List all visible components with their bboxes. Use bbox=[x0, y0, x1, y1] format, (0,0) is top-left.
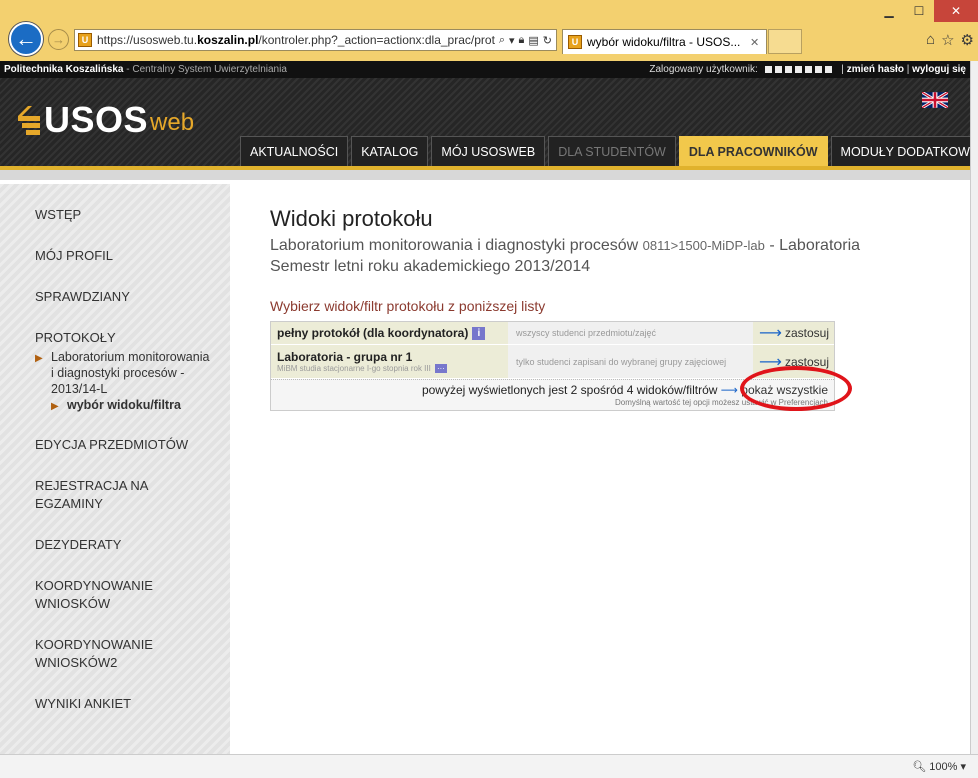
url-text: https://usosweb.tu.koszalin.pl/kontroler… bbox=[97, 33, 495, 47]
sidebar-item-koordynowanie-wnioskow2[interactable]: KOORDYNOWANIE WNIOSKÓW2 bbox=[35, 636, 185, 672]
sidebar-item-protokoly[interactable]: PROTOKOŁY bbox=[35, 329, 230, 347]
logo-suffix: web bbox=[150, 109, 195, 136]
refresh-icon[interactable]: ↻ bbox=[543, 34, 552, 47]
info-icon[interactable]: i bbox=[472, 327, 486, 341]
redacted-username bbox=[764, 65, 835, 73]
top-strip: Politechnika Koszalińska - Centralny Sys… bbox=[0, 61, 970, 78]
sidebar-item-koordynowanie-wnioskow[interactable]: KOORDYNOWANIE WNIOSKÓW bbox=[35, 577, 185, 613]
nav-tab-moj-usosweb[interactable]: MÓJ USOSWEB bbox=[431, 136, 546, 166]
table-row: Laboratoria - grupa nr 1 MiBM studia sta… bbox=[271, 345, 834, 379]
vertical-scrollbar[interactable] bbox=[970, 61, 978, 754]
arrow-right-icon: ⟶ bbox=[720, 383, 738, 397]
course-heading: Laboratorium monitorowania i diagnostyki… bbox=[270, 236, 870, 256]
sidebar-item-edycja-przedmiotow[interactable]: EDYCJA PRZEDMIOTÓW bbox=[35, 436, 230, 454]
sidebar-menu: WSTĘP MÓJ PROFIL SPRAWDZIANY PROTOKOŁY ▶… bbox=[0, 184, 230, 754]
browser-tab[interactable]: U wybór widoku/filtra - USOS... ✕ bbox=[562, 29, 767, 54]
bullet-arrow-icon: ▶ bbox=[51, 401, 59, 412]
new-tab-button[interactable] bbox=[768, 29, 802, 54]
logged-user-label: Zalogowany użytkownik: bbox=[649, 64, 758, 75]
logout-link[interactable]: wyloguj się bbox=[912, 64, 966, 75]
compat-icon[interactable]: ▤ bbox=[528, 34, 538, 47]
course-code: 0811>1500-MiDP-lab bbox=[642, 238, 765, 253]
count-text: powyżej wyświetlonych jest 2 spośród 4 w… bbox=[421, 383, 718, 397]
preferences-note: Domyślną wartość tej opcji możesz ustawi… bbox=[615, 398, 828, 407]
uk-flag-icon[interactable] bbox=[922, 92, 948, 108]
system-name: - Centralny System Uwierzytelniania bbox=[126, 64, 287, 75]
sidebar-subitem-course[interactable]: ▶ Laboratorium monitorowania i diagnosty… bbox=[35, 349, 210, 397]
maximize-icon[interactable]: ☐ bbox=[904, 0, 934, 22]
course-name: Laboratorium monitorowania i diagnostyki… bbox=[270, 237, 639, 254]
sidebar-item-dezyderaty[interactable]: DEZYDERATY bbox=[35, 536, 230, 554]
zoom-icon: 🔍︎ bbox=[912, 761, 927, 773]
header-divider bbox=[0, 170, 970, 180]
nav-tab-dla-pracownikow[interactable]: DLA PRACOWNIKÓW bbox=[678, 136, 828, 166]
minimize-icon[interactable]: ▁ bbox=[874, 0, 904, 22]
nav-tab-moduly-dodatkowe[interactable]: MODUŁY DODATKOWE bbox=[830, 136, 970, 166]
sidebar-item-rejestracja[interactable]: REJESTRACJA NA EGZAMINY bbox=[35, 477, 185, 513]
logo-text: USOS bbox=[44, 99, 149, 140]
window-controls: ▁ ☐ ✕ bbox=[874, 0, 978, 22]
gear-icon[interactable]: ⚙ bbox=[961, 31, 974, 49]
filter-name: Laboratoria - grupa nr 1 bbox=[277, 350, 413, 364]
browser-chrome: ▁ ☐ ✕ ← → U https://usosweb.tu.koszalin.… bbox=[0, 0, 978, 61]
logo-mark-icon bbox=[18, 106, 40, 135]
table-row: pełny protokół (dla koordynatora) i wszys… bbox=[271, 322, 834, 345]
status-bar: 🔍︎ 100% ▾ bbox=[0, 754, 978, 778]
sidebar-item-wstep[interactable]: WSTĘP bbox=[35, 206, 230, 224]
site-header: USOS web AKTUALNOŚCI KATALOG MÓJ USOSWEB… bbox=[0, 78, 970, 170]
semester-label: Semestr letni roku akademickiego 2013/20… bbox=[270, 258, 591, 275]
home-icon[interactable]: ⌂ bbox=[926, 31, 935, 49]
search-icon[interactable]: ⌕ bbox=[499, 34, 505, 47]
nav-tab-aktualnosci[interactable]: AKTUALNOŚCI bbox=[240, 136, 349, 166]
highlight-annotation bbox=[740, 366, 852, 411]
tab-close-icon[interactable]: ✕ bbox=[750, 36, 766, 49]
lock-icon[interactable]: 🔒︎ bbox=[519, 34, 525, 47]
usosweb-logo[interactable]: USOS web bbox=[18, 100, 194, 140]
filter-description: tylko studenci zapisani do wybranej grup… bbox=[508, 345, 753, 378]
sidebar-group-protokoly: PROTOKOŁY ▶ Laboratorium monitorowania i… bbox=[35, 329, 230, 415]
sidebar-item-moj-profil[interactable]: MÓJ PROFIL bbox=[35, 247, 230, 265]
instruction-text: Wybierz widok/filtr protokołu z poniższe… bbox=[270, 298, 546, 314]
dropdown-icon[interactable]: ▾ bbox=[509, 34, 515, 47]
nav-tab-dla-studentow: DLA STUDENTÓW bbox=[548, 136, 676, 166]
back-arrow-icon[interactable]: ← bbox=[9, 22, 43, 56]
address-bar[interactable]: U https://usosweb.tu.koszalin.pl/kontrol… bbox=[74, 29, 557, 51]
close-icon[interactable]: ✕ bbox=[934, 0, 978, 22]
apply-full-protocol-button[interactable]: ⟶ zastosuj bbox=[753, 322, 834, 344]
filter-name: pełny protokół (dla koordynatora) bbox=[277, 325, 469, 340]
filter-description: wszyscy studenci przedmiotu/zajęć bbox=[508, 322, 753, 344]
course-type: - Laboratoria bbox=[769, 237, 861, 254]
favicon-icon: U bbox=[78, 33, 92, 47]
main-nav: AKTUALNOŚCI KATALOG MÓJ USOSWEB DLA STUD… bbox=[240, 136, 970, 166]
sidebar-subitem-view-filter[interactable]: ▶ wybór widoku/filtra bbox=[35, 397, 210, 415]
bullet-arrow-icon: ▶ bbox=[35, 353, 43, 364]
page-title: Widoki protokołu bbox=[270, 206, 433, 231]
zoom-control[interactable]: 🔍︎ 100% ▾ bbox=[912, 760, 966, 773]
sidebar-item-wyniki-ankiet[interactable]: WYNIKI ANKIET bbox=[35, 695, 230, 713]
forward-arrow-icon[interactable]: → bbox=[48, 29, 69, 50]
more-icon[interactable]: … bbox=[434, 363, 447, 373]
tab-favicon-icon: U bbox=[568, 35, 582, 49]
filter-subtext: MiBM studia stacjonarne I-go stopnia rok… bbox=[277, 364, 431, 373]
star-icon[interactable]: ☆ bbox=[941, 31, 954, 49]
tab-title: wybór widoku/filtra - USOS... bbox=[587, 35, 741, 49]
nav-tab-katalog[interactable]: KATALOG bbox=[351, 136, 429, 166]
institution-name[interactable]: Politechnika Koszalińska bbox=[4, 64, 124, 75]
sidebar-item-sprawdziany[interactable]: SPRAWDZIANY bbox=[35, 288, 230, 306]
change-password-link[interactable]: zmień hasło bbox=[847, 64, 904, 75]
arrow-right-icon: ⟶ bbox=[759, 325, 782, 342]
